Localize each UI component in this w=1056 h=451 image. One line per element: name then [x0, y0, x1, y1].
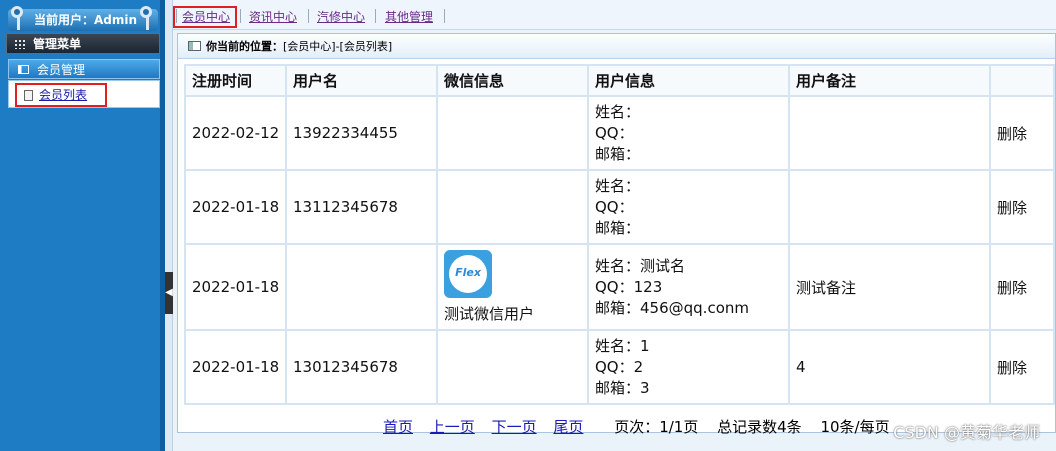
ring-peg-left	[17, 16, 20, 30]
sidebar-submenu: 会员列表	[8, 80, 160, 108]
section-title: 会员管理	[37, 63, 86, 77]
delete-link[interactable]: 删除	[991, 245, 1053, 329]
table-row: 2022-01-18 13112345678 姓名： QQ： 邮箱： 删除	[186, 171, 1053, 243]
pager-last[interactable]: 尾页	[553, 418, 583, 436]
delete-link[interactable]: 删除	[991, 97, 1053, 169]
col-header-wechat: 微信信息	[438, 66, 587, 95]
breadcrumb-path: [会员中心]-[会员列表]	[283, 40, 393, 53]
sidebar-item-member-list[interactable]: 会员列表	[15, 83, 107, 107]
cell-username	[287, 245, 436, 329]
list-icon	[188, 41, 201, 51]
sidebar-item-label[interactable]: 会员列表	[39, 88, 87, 102]
ring-peg-right	[146, 16, 149, 30]
tab-other-management[interactable]: 其他管理	[385, 8, 433, 26]
col-header-action	[991, 66, 1053, 95]
info-email: 邮箱：3	[595, 378, 650, 397]
cell-remark	[790, 97, 989, 169]
info-name: 姓名：1	[595, 336, 650, 355]
tab-news-center[interactable]: 资讯中心	[249, 8, 297, 26]
document-icon	[24, 90, 33, 101]
cell-user-info: 姓名： QQ： 邮箱：	[589, 171, 788, 243]
info-qq: QQ：	[595, 197, 634, 216]
cell-user-info: 姓名：测试名 QQ：123 邮箱：456@qq.conm	[589, 245, 788, 329]
pager-per-page: 10条/每页	[820, 418, 890, 436]
cell-username: 13922334455	[287, 97, 436, 169]
col-header-user-info: 用户信息	[589, 66, 788, 95]
table-row: 2022-02-12 13922334455 姓名： QQ： 邮箱： 删除	[186, 97, 1053, 169]
tab-repair-center[interactable]: 汽修中心	[317, 8, 365, 26]
col-header-username: 用户名	[287, 66, 436, 95]
cell-wechat	[438, 97, 587, 169]
pagination: 首页 上一页 下一页 尾页 页次：1/1页 总记录数4条 10条/每页	[383, 416, 890, 437]
pager-total: 总记录数4条	[717, 418, 802, 436]
tab-divider	[308, 9, 309, 23]
avatar-logo-text: Flex	[455, 266, 481, 279]
top-tab-bar: 会员中心 资讯中心 汽修中心 其他管理	[173, 0, 1056, 30]
menu-header: 管理菜单	[6, 33, 160, 54]
cell-wechat	[438, 331, 587, 403]
cell-date: 2022-01-18	[186, 171, 285, 243]
cell-date: 2022-01-18	[186, 245, 285, 329]
info-name: 姓名：	[595, 176, 641, 195]
delete-link[interactable]: 删除	[991, 331, 1053, 403]
cell-username: 13112345678	[287, 171, 436, 243]
arrow-left-icon: ◀	[165, 287, 173, 298]
cell-wechat: Flex 测试微信用户	[438, 245, 587, 329]
pager-prev[interactable]: 上一页	[430, 418, 475, 436]
member-table: 注册时间 用户名 微信信息 用户信息 用户备注 2022-02-12 13922…	[184, 64, 1055, 405]
info-qq: QQ：	[595, 123, 634, 142]
menu-title: 管理菜单	[33, 37, 82, 51]
cell-user-info: 姓名： QQ： 邮箱：	[589, 97, 788, 169]
cell-remark	[790, 171, 989, 243]
pager-next[interactable]: 下一页	[492, 418, 537, 436]
cell-date: 2022-02-12	[186, 97, 285, 169]
info-email: 邮箱：456@qq.conm	[595, 298, 749, 317]
cell-date: 2022-01-18	[186, 331, 285, 403]
grid-icon	[14, 39, 26, 49]
sidebar: 当前用户：Admin 管理菜单 会员管理 会员列表	[0, 0, 165, 451]
sidebar-section-member[interactable]: 会员管理	[8, 59, 160, 79]
breadcrumb: 你当前的位置：[会员中心]-[会员列表]	[178, 34, 1055, 59]
col-header-register-time: 注册时间	[186, 66, 285, 95]
table-row: 2022-01-18 13012345678 姓名：1 QQ：2 邮箱：3 4 …	[186, 331, 1053, 403]
panel-icon	[18, 65, 29, 74]
current-user-bar: 当前用户：Admin	[8, 9, 158, 31]
col-header-remark: 用户备注	[790, 66, 989, 95]
info-email: 邮箱：	[595, 218, 641, 237]
wechat-avatar: Flex	[444, 250, 492, 298]
cell-user-info: 姓名：1 QQ：2 邮箱：3	[589, 331, 788, 403]
cell-remark: 测试备注	[790, 245, 989, 329]
current-user-label: 当前用户：Admin	[34, 13, 138, 27]
table-header-row: 注册时间 用户名 微信信息 用户信息 用户备注	[186, 66, 1053, 95]
delete-link[interactable]: 删除	[991, 171, 1053, 243]
info-name: 姓名：测试名	[595, 256, 686, 275]
cell-username: 13012345678	[287, 331, 436, 403]
collapse-sidebar-button[interactable]: ◀	[165, 272, 173, 314]
cell-remark: 4	[790, 331, 989, 403]
wechat-nickname: 测试微信用户	[444, 305, 535, 323]
splitter[interactable]	[165, 0, 173, 451]
info-name: 姓名：	[595, 102, 641, 121]
breadcrumb-prefix: 你当前的位置：	[206, 40, 283, 53]
tab-divider	[375, 9, 376, 23]
watermark: CSDN @黄菊华老师	[893, 423, 1040, 442]
info-qq: QQ：123	[595, 277, 663, 296]
pager-first[interactable]: 首页	[383, 418, 413, 436]
tab-divider	[240, 9, 241, 23]
cell-wechat	[438, 171, 587, 243]
ring-icon	[11, 6, 23, 18]
info-email: 邮箱：	[595, 144, 641, 163]
tab-member-center[interactable]: 会员中心	[173, 6, 237, 28]
content-panel: 你当前的位置：[会员中心]-[会员列表] 注册时间 用户名 微信信息 用户信息 …	[177, 33, 1056, 436]
ring-icon	[140, 6, 152, 18]
tab-divider	[444, 9, 445, 23]
info-qq: QQ：2	[595, 357, 644, 376]
pager-page: 页次：1/1页	[614, 418, 699, 436]
table-row: 2022-01-18 Flex 测试微信用户 姓名：测试名 QQ：123 邮箱：…	[186, 245, 1053, 329]
